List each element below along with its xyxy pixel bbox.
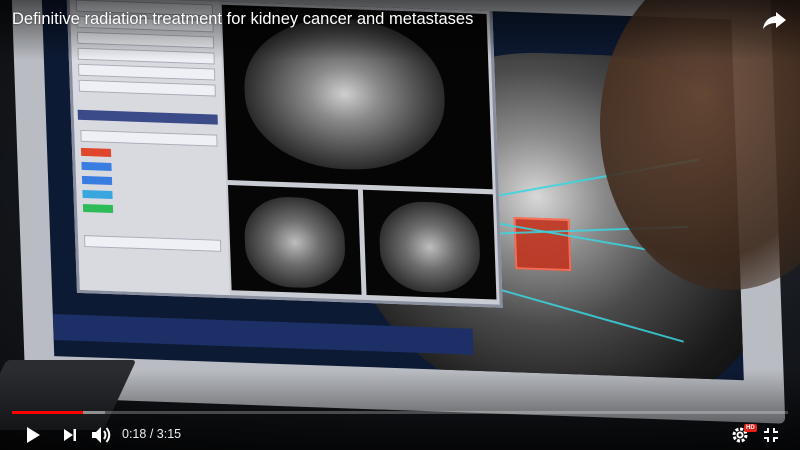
color-tag [81, 175, 113, 185]
ct-body [378, 200, 482, 294]
hd-badge: HD [744, 424, 757, 432]
form-row [80, 129, 218, 147]
video-title[interactable]: Definitive radiation treatment for kidne… [12, 10, 473, 29]
top-gradient [0, 0, 800, 60]
video-player[interactable]: Definitive radiation treatment for kidne… [0, 0, 800, 450]
share-icon [763, 12, 786, 29]
color-tag [80, 147, 112, 157]
form-row [78, 79, 216, 97]
ct-body [243, 195, 347, 290]
form-row [78, 63, 216, 81]
time-display: 0:18 / 3:15 [122, 427, 181, 441]
coronal-ct-view [227, 185, 362, 295]
played-bar [12, 411, 84, 414]
play-button[interactable] [20, 420, 46, 450]
tumor-target-overlay [513, 217, 572, 272]
time-separator: / [149, 427, 154, 441]
exit-fullscreen-icon [764, 428, 778, 442]
next-icon [64, 429, 76, 441]
sagittal-ct-view [362, 189, 497, 300]
current-time: 0:18 [122, 427, 147, 441]
duration: 3:15 [156, 427, 182, 441]
color-tag [82, 189, 113, 200]
volume-button[interactable] [88, 420, 116, 450]
color-tag [81, 161, 112, 171]
section-header-bar [77, 109, 218, 125]
share-button[interactable] [762, 8, 788, 32]
form-row [83, 235, 222, 252]
controls-bar: 0:18 / 3:15 HD [0, 420, 800, 450]
volume-icon [92, 427, 111, 443]
color-tag [82, 203, 114, 214]
fullscreen-button[interactable] [758, 420, 784, 450]
progress-bar[interactable] [12, 411, 788, 414]
play-icon [27, 427, 40, 443]
next-button[interactable] [58, 420, 82, 450]
